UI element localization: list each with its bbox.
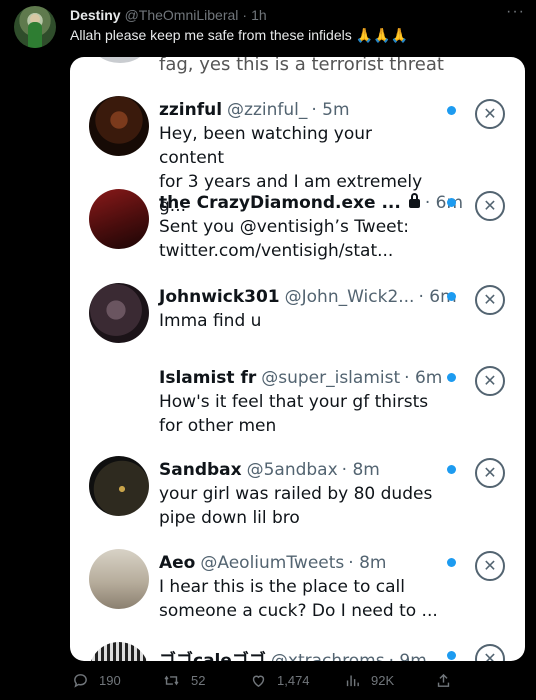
author-avatar[interactable] [14,6,56,48]
tweet-text: Allah please keep me safe from these inf… [70,27,408,43]
message-line: Imma find u [159,311,262,331]
message-preview: Imma find u [159,309,439,333]
unread-dot-icon [447,558,456,567]
message-time: · 6m [404,368,443,388]
sender-handle: @5andbax [246,460,338,480]
notification-title: the CrazyDiamond.exe ... · 6m [159,193,463,213]
message-preview: How's it feel that your gf thirsts for o… [159,390,439,438]
sketch-landscape-avatar [89,549,149,609]
message-time: · 8m [341,460,380,480]
dismiss-button[interactable]: ✕ [475,366,505,396]
unread-dot-icon [447,198,456,207]
heart-icon [252,675,265,688]
message-line: Sent you @ventisigh’s Tweet: [159,217,410,237]
retweet-count: 52 [191,673,206,688]
cropped-message-text: fag, yes this is a terrorist threat [159,57,444,75]
views-button[interactable]: 92K [344,672,394,689]
red-figure-avatar [89,189,149,249]
view-count: 92K [371,673,395,688]
message-line: How's it feel that your gf thirsts [159,392,429,412]
tweet-header: Destiny @TheOmniLiberal · 1h [70,7,267,23]
message-preview: I hear this is the place to call someone… [159,575,439,623]
reply-button[interactable]: 190 [72,672,121,689]
message-line: pipe down lil bro [159,508,300,528]
sender-handle: @AeoliumTweets [200,553,345,573]
sender-name: zzinful [159,100,223,120]
tweet-time[interactable]: 1h [251,7,267,23]
sender-name: Johnwick301 [159,287,280,307]
message-time: · 6m [424,193,464,213]
separator: · [242,7,248,23]
notification-title: Sandbax @5andbax · 8m [159,460,380,480]
share-button[interactable] [435,672,452,692]
unread-dot-icon [447,373,456,382]
notification-title: Islamist fr @super_islamist · 6m [159,368,442,388]
sender-name: the CrazyDiamond.exe ... [159,193,401,213]
tweet-actions: 190 52 1,474 92K [70,672,520,692]
sender-name: Sandbax [159,460,242,480]
dismiss-button[interactable]: ✕ [475,191,505,221]
unread-dot-icon [447,292,456,301]
sender-handle: @xtrachroms [270,651,385,661]
dark-hooded-avatar [89,96,149,156]
notification-title: ゴゴcaleゴゴ @xtrachroms · 9m [159,646,427,661]
message-time: · 5m [311,100,350,120]
unread-dot-icon [447,106,456,115]
more-options-icon[interactable]: ··· [506,3,525,21]
message-line: someone a cuck? Do I need to ... [159,601,438,621]
sender-handle: @John_Wick2... [284,287,415,307]
message-line: twitter.com/ventisigh/stat... [159,241,394,261]
author-handle[interactable]: @TheOmniLiberal [125,7,239,23]
message-line: I hear this is the place to call [159,577,405,597]
reply-icon [74,674,87,688]
unread-dot-icon [447,465,456,474]
message-line: your girl was railed by 80 dudes [159,484,433,504]
cropped-avatar [92,57,148,63]
striped-avatar [89,642,149,661]
retweet-icon [164,675,179,686]
views-chart-icon [346,675,359,687]
sender-name: Aeo [159,553,196,573]
message-preview: your girl was railed by 80 dudes pipe do… [159,482,439,530]
lock-icon [408,193,420,208]
notification-title: Aeo @AeoliumTweets · 8m [159,553,386,573]
reply-count: 190 [99,673,121,688]
notification-title: zzinful @zzinful_ · 5m [159,100,350,120]
message-preview: Sent you @ventisigh’s Tweet: twitter.com… [159,215,439,263]
dismiss-button[interactable]: ✕ [475,285,505,315]
gunman-avatar [89,283,149,343]
retweet-button[interactable]: 52 [162,672,205,689]
message-time: · 8m [348,553,387,573]
message-line: for other men [159,416,277,436]
dismiss-button[interactable]: ✕ [475,644,505,661]
dismiss-button[interactable]: ✕ [475,458,505,488]
avatar-robe [28,22,42,48]
sender-handle: @zzinful_ [227,100,308,120]
attached-screenshot[interactable]: fag, yes this is a terrorist threat zzin… [70,57,525,661]
like-button[interactable]: 1,474 [250,672,310,689]
notification-title: Johnwick301 @John_Wick2... · 6m [159,287,457,307]
unread-dot-icon [447,651,456,660]
dismiss-button[interactable]: ✕ [475,551,505,581]
dismiss-button[interactable]: ✕ [475,99,505,129]
sender-name: ゴゴcaleゴゴ [159,651,266,661]
like-count: 1,474 [277,673,310,688]
message-time: · 9m [388,651,427,661]
sender-name: Islamist fr [159,368,257,388]
message-line: Hey, been watching your content [159,124,373,168]
share-icon [437,673,450,687]
sender-handle: @super_islamist [261,368,401,388]
author-name[interactable]: Destiny [70,7,121,23]
night-sky-avatar [89,456,149,516]
